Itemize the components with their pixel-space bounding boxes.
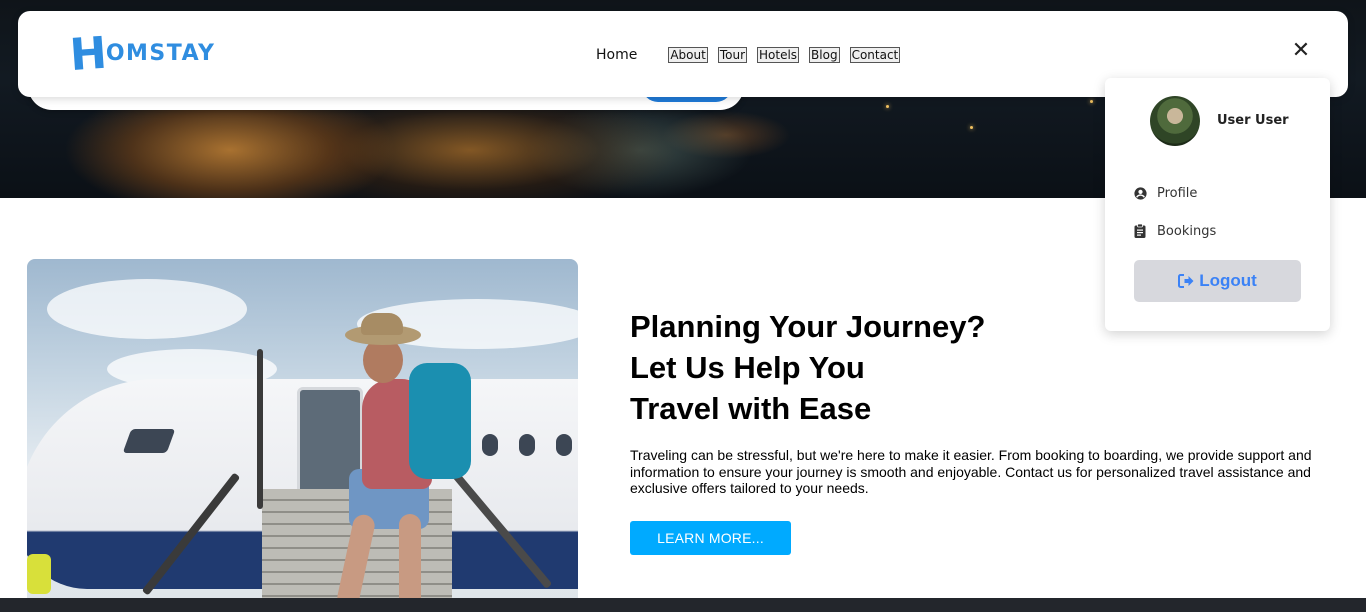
nav-contact-button[interactable]: Contact [849, 47, 901, 63]
nav-tour-button[interactable]: Tour [717, 47, 747, 63]
traveler-boarding-plane-image [27, 259, 578, 604]
page: H OMSTAY Home About Tour Hotels Blog Con… [0, 0, 1366, 612]
learn-more-button[interactable]: LEARN MORE... [630, 521, 791, 555]
clipboard-icon [1133, 224, 1147, 238]
user-circle-icon [1133, 186, 1147, 200]
menu-item-bookings[interactable]: Bookings [1133, 221, 1216, 241]
nav-about-button[interactable]: About [668, 47, 708, 63]
close-icon[interactable]: ✕ [1290, 37, 1312, 65]
user-avatar[interactable] [1150, 96, 1200, 146]
logo-text: OMSTAY [105, 41, 216, 66]
logout-button[interactable]: Logout [1134, 260, 1301, 302]
nav-links: Home About Tour Hotels Blog Contact [596, 46, 910, 64]
nav-hotels-button[interactable]: Hotels [757, 47, 800, 63]
homstay-logo[interactable]: H OMSTAY [68, 27, 216, 82]
headline-line: Planning Your Journey? [630, 309, 986, 344]
logout-label: Logout [1199, 271, 1257, 290]
headline-line: Travel with Ease [630, 391, 872, 426]
promo-description: Traveling can be stressful, but we're he… [630, 447, 1312, 496]
os-taskbar [0, 598, 1366, 612]
promo-headline: Planning Your Journey? Let Us Help You T… [630, 306, 985, 429]
user-dropdown-menu: User User Profile Bookings Logout [1105, 78, 1330, 331]
nav-home-link[interactable]: Home [596, 47, 637, 63]
nav-blog-button[interactable]: Blog [809, 47, 840, 63]
user-name: User User [1217, 113, 1289, 128]
menu-item-label: Profile [1157, 185, 1198, 201]
headline-line: Let Us Help You [630, 350, 865, 385]
sign-out-icon [1178, 274, 1194, 288]
menu-item-label: Bookings [1157, 223, 1217, 239]
menu-item-profile[interactable]: Profile [1133, 183, 1197, 203]
logo-initial: H [68, 27, 107, 82]
